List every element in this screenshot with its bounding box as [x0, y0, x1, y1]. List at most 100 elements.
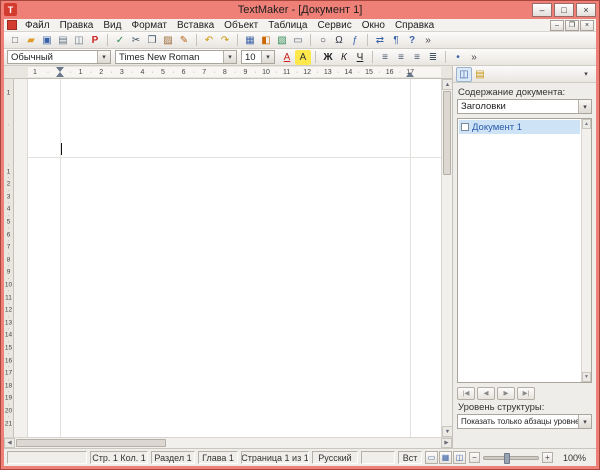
menu-item-1[interactable]: Файл	[20, 19, 55, 32]
bold-button[interactable]: Ж	[320, 50, 336, 65]
insert-table-button[interactable]: ▦	[242, 33, 258, 48]
panel-menu-button[interactable]: ▾	[579, 70, 593, 78]
spell-check-button[interactable]: ✓	[112, 33, 128, 48]
contents-filter-combo[interactable]: Заголовки ▾	[457, 99, 592, 114]
menu-item-9[interactable]: Окно	[357, 19, 390, 32]
ruler-tick: ·	[378, 68, 380, 77]
new-document-button[interactable]: □	[7, 33, 23, 48]
print-preview-button[interactable]: ◫	[71, 33, 87, 48]
insert-chart-button[interactable]: ◧	[258, 33, 274, 48]
paragraph-style-combo[interactable]: Обычный ▾	[7, 50, 111, 64]
menu-item-2[interactable]: Правка	[55, 19, 99, 32]
standard-toolbar: □▰▣▤◫P ✓✂❐▨✎ ↶↷ ▦◧▧▭ ○Ωƒ ⇄¶?»	[4, 32, 596, 49]
left-indent-marker[interactable]	[56, 72, 64, 77]
vertical-ruler[interactable]: 1··1·2·3·4·5·6·7·8·9·10·11·12·13·14·15·1…	[4, 79, 14, 437]
align-left-button[interactable]: ≡	[377, 50, 393, 65]
insert-image-button[interactable]: ▧	[274, 33, 290, 48]
navigator-button[interactable]: ⇄	[372, 33, 388, 48]
toolbar-options-button[interactable]: »	[420, 33, 436, 48]
show-formatting-marks-button[interactable]: ¶	[388, 33, 404, 48]
horizontal-scrollbar-thumb[interactable]	[16, 439, 166, 447]
chevron-down-icon[interactable]: ▾	[578, 415, 591, 428]
format-paintbrush-button[interactable]: ✎	[176, 33, 192, 48]
list-scroll-down-button[interactable]: ▼	[582, 372, 591, 382]
horizontal-scrollbar[interactable]: ◀ ▶	[4, 437, 452, 448]
help-button[interactable]: ?	[404, 33, 420, 48]
document-area[interactable]	[14, 79, 441, 437]
bullet-list-button[interactable]: •	[450, 50, 466, 65]
close-button[interactable]: ×	[576, 3, 596, 17]
menu-item-7[interactable]: Таблица	[263, 19, 312, 32]
toolbar-options-button[interactable]: »	[466, 50, 482, 65]
copy-button[interactable]: ❐	[144, 33, 160, 48]
print-button[interactable]: ▤	[55, 33, 71, 48]
sidebar-objects-toggle-button[interactable]: ▤	[472, 67, 488, 82]
view-page-layout-button[interactable]: ▦	[439, 451, 452, 464]
chevron-down-icon[interactable]: ▾	[223, 51, 236, 63]
align-center-button[interactable]: ≡	[393, 50, 409, 65]
insert-field-button[interactable]: ƒ	[347, 33, 363, 48]
menu-item-4[interactable]: Формат	[126, 19, 172, 32]
zoom-out-button[interactable]: −	[469, 452, 480, 463]
paste-button[interactable]: ▨	[160, 33, 176, 48]
vertical-scrollbar[interactable]: ▲ ▼	[441, 79, 452, 437]
doc-minimize-button[interactable]: –	[550, 20, 564, 31]
export-pdf-button[interactable]: P	[87, 33, 103, 48]
view-normal-button[interactable]: ▭	[425, 451, 438, 464]
chevron-down-icon[interactable]: ▾	[578, 100, 591, 113]
outline-level-combo[interactable]: Показать только абзацы уровней 1-9 ▾	[457, 414, 592, 429]
align-justify-button[interactable]: ≣	[425, 50, 441, 65]
scroll-right-button[interactable]: ▶	[441, 438, 452, 448]
highlight-color-button[interactable]: А	[295, 50, 311, 65]
toolbar-separator	[310, 34, 311, 46]
nav-first-button[interactable]: |◀	[457, 387, 475, 400]
menu-item-5[interactable]: Вставка	[172, 19, 219, 32]
insert-text-frame-button[interactable]: ▭	[290, 33, 306, 48]
menu-item-6[interactable]: Объект	[219, 19, 263, 32]
headings-list[interactable]: Документ 1 ▲ ▼	[457, 118, 592, 383]
doc-close-button[interactable]: ×	[580, 20, 594, 31]
vertical-scrollbar-thumb[interactable]	[443, 91, 451, 175]
italic-button[interactable]: К	[336, 50, 352, 65]
horizontal-ruler[interactable]: 1··1·2·3·4·5·6·7·8·9·10·11·12·13·14·15·1…	[4, 66, 452, 79]
ruler-tick: ·	[234, 68, 236, 77]
open-file-button[interactable]: ▰	[23, 33, 39, 48]
font-color-button[interactable]: А	[279, 50, 295, 65]
nav-last-button[interactable]: ▶|	[517, 387, 535, 400]
font-name-combo[interactable]: Times New Roman ▾	[115, 50, 237, 64]
minimize-button[interactable]: –	[532, 3, 552, 17]
view-fullscreen-button[interactable]: ◫	[453, 451, 466, 464]
ruler-tick: ·	[90, 68, 92, 77]
redo-button[interactable]: ↷	[217, 33, 233, 48]
maximize-button[interactable]: □	[554, 3, 574, 17]
underline-button[interactable]: Ч	[352, 50, 368, 65]
zoom-slider-thumb[interactable]	[504, 453, 510, 464]
zoom-in-button[interactable]: +	[542, 452, 553, 463]
doc-restore-button[interactable]: ❐	[565, 20, 579, 31]
titlebar[interactable]: T TextMaker - [Документ 1] – □ ×	[0, 0, 600, 19]
sidebar-contents-toggle-button[interactable]: ◫	[456, 67, 472, 82]
ruler-tick: ·	[69, 68, 71, 77]
menu-item-3[interactable]: Вид	[98, 19, 126, 32]
nav-next-button[interactable]: ▶	[497, 387, 515, 400]
ruler-tick: ·	[47, 68, 49, 77]
undo-button[interactable]: ↶	[201, 33, 217, 48]
save-button[interactable]: ▣	[39, 33, 55, 48]
font-size-combo[interactable]: 10 ▾	[241, 50, 275, 64]
align-right-button[interactable]: ≡	[409, 50, 425, 65]
chevron-down-icon[interactable]: ▾	[261, 51, 274, 63]
nav-previous-button[interactable]: ◀	[477, 387, 495, 400]
list-scroll-up-button[interactable]: ▲	[582, 119, 591, 129]
window-title: TextMaker - [Документ 1]	[0, 4, 600, 16]
zoom-slider[interactable]	[483, 456, 539, 460]
chevron-down-icon[interactable]: ▾	[97, 51, 110, 63]
insert-symbol-button[interactable]: Ω	[331, 33, 347, 48]
scroll-left-button[interactable]: ◀	[4, 438, 15, 448]
search-button[interactable]: ○	[315, 33, 331, 48]
checkbox-icon[interactable]	[461, 123, 469, 131]
menu-item-8[interactable]: Сервис	[312, 19, 356, 32]
list-item[interactable]: Документ 1	[459, 120, 580, 134]
menu-item-10[interactable]: Справка	[390, 19, 439, 32]
cut-button[interactable]: ✂	[128, 33, 144, 48]
list-scrollbar[interactable]: ▲ ▼	[581, 119, 591, 382]
